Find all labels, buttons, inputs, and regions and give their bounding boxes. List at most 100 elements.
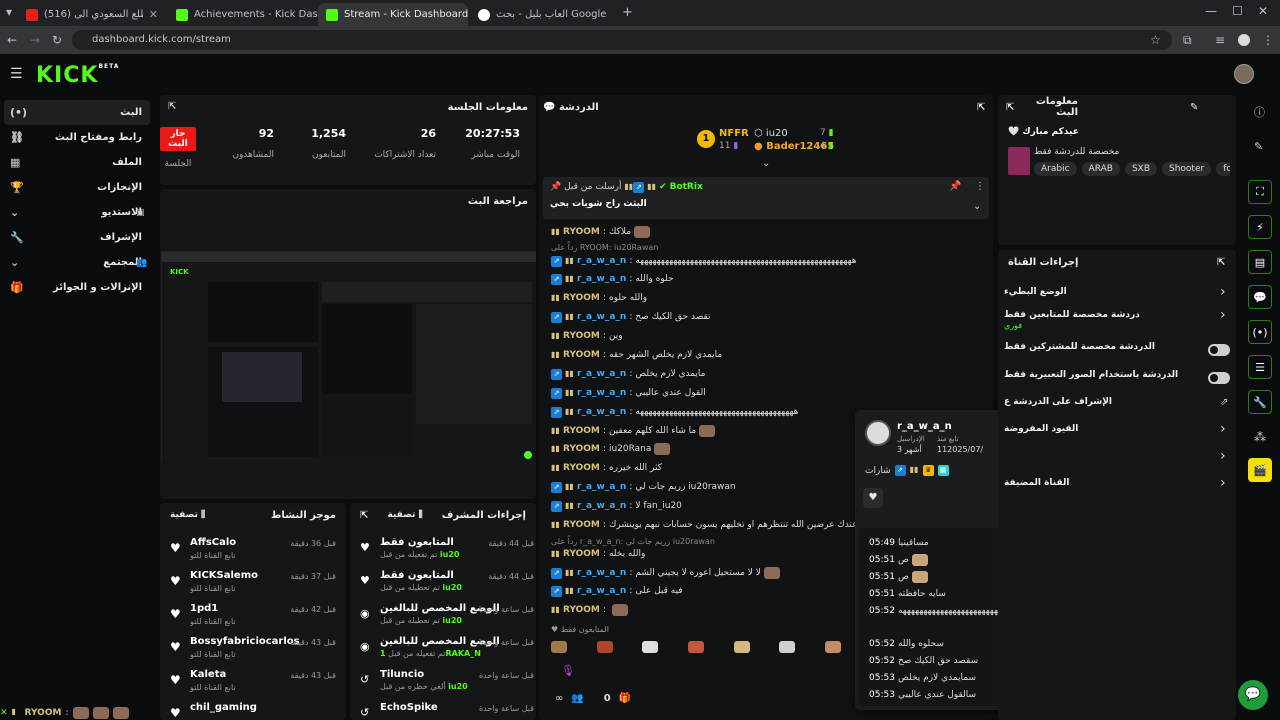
chat-username[interactable]: r_a_w_a_n bbox=[577, 568, 626, 578]
sidebar-item-stream[interactable]: (•) البث bbox=[4, 100, 150, 125]
reload-icon[interactable]: ↻ bbox=[52, 33, 62, 47]
bookmark-star-icon[interactable]: ☆ bbox=[1150, 33, 1161, 47]
activity-item[interactable]: ♥ chil_gaming bbox=[166, 702, 336, 720]
chevron-down-icon[interactable]: ⌄ bbox=[762, 158, 770, 169]
chat-username[interactable]: RYOOM bbox=[563, 331, 600, 341]
channel-action-item[interactable]: دردشة مخصصة للمتابعين فقط فوري › bbox=[1004, 307, 1232, 332]
users-icon[interactable]: 👥 bbox=[571, 693, 583, 704]
emote[interactable] bbox=[824, 641, 841, 653]
emote[interactable] bbox=[763, 567, 780, 579]
chat-username[interactable]: r_a_w_a_n bbox=[577, 407, 626, 417]
rail-live-button[interactable]: (•) bbox=[1248, 320, 1272, 344]
toggle-switch[interactable] bbox=[1208, 372, 1230, 384]
chat-message[interactable]: ▮▮ RYOOM: وين bbox=[551, 328, 623, 344]
hamburger-menu-icon[interactable]: ☰ bbox=[10, 66, 23, 82]
chat-username[interactable]: r_a_w_a_n bbox=[577, 586, 626, 596]
emote[interactable] bbox=[596, 641, 613, 653]
tune-icon[interactable]: ≡ bbox=[1215, 33, 1225, 47]
address-bar[interactable]: dashboard.kick.com/stream bbox=[72, 30, 1172, 50]
rail-flash-button[interactable]: ⚡ bbox=[1248, 215, 1272, 239]
chat-username[interactable]: RYOOM bbox=[563, 227, 600, 237]
mod-action-item[interactable]: ↺ EchoSpike قبل ساعة واحدة bbox=[356, 702, 534, 720]
extensions-icon[interactable]: ⧉ bbox=[1183, 33, 1192, 48]
community-icon[interactable]: ⁂ bbox=[1254, 430, 1266, 444]
sidebar-item-profile[interactable]: ▦ الملف bbox=[4, 150, 150, 175]
chat-message[interactable]: ⇗ ▮▮ r_a_w_a_n: مايمدي لازم يخلص bbox=[551, 366, 706, 382]
chat-username[interactable]: r_a_w_a_n bbox=[577, 369, 626, 379]
stream-tag[interactable]: ARAB bbox=[1081, 162, 1120, 176]
mic-icon[interactable]: 🎙 bbox=[561, 664, 575, 677]
chat-username[interactable]: r_a_w_a_n bbox=[577, 256, 626, 266]
stream-tag[interactable]: Arabic bbox=[1034, 162, 1077, 176]
chat-message[interactable]: ▮▮ RYOOM: فيه عندك عرضين الله تنتظرهم او ت… bbox=[551, 517, 872, 533]
chevron-down-icon[interactable]: ⌄ bbox=[973, 201, 981, 212]
chat-message[interactable]: ▮▮ RYOOM: مايمدي لازم يخلص الشهر حقه bbox=[551, 347, 722, 363]
info-icon[interactable]: ⓘ bbox=[1254, 104, 1265, 120]
stream-preview[interactable]: KICK bbox=[161, 251, 536, 462]
chat-message[interactable]: ⇗ ▮▮ r_a_w_a_n: ههههههههههههههههههههههههههه… bbox=[551, 404, 798, 420]
rail-clip-button[interactable]: 🎬 bbox=[1248, 458, 1272, 482]
activity-item[interactable]: ♥ Kaleta تابع القناة للتو قبل 43 دقيقة bbox=[166, 669, 336, 699]
sidebar-item-stream-key[interactable]: ⛓ رابط ومفتاح البث bbox=[4, 125, 150, 150]
mod-action-user[interactable]: iu20 bbox=[448, 682, 468, 691]
rail-list-button[interactable]: ☰ bbox=[1248, 355, 1272, 379]
chat-message[interactable]: ⇗ ▮▮ r_a_w_a_n: زريم جات لي iu20rawan bbox=[551, 479, 736, 495]
channel-action-item[interactable]: القيود المفروضة › bbox=[1004, 421, 1232, 446]
popout-icon[interactable]: ⇱ bbox=[360, 510, 368, 521]
emote[interactable] bbox=[687, 641, 704, 653]
popout-icon[interactable]: ⇱ bbox=[168, 101, 176, 112]
toggle-switch[interactable] bbox=[1208, 344, 1230, 356]
browser-tab-stream[interactable]: Stream - Kick Dashboard ✕ bbox=[318, 3, 468, 26]
emote[interactable] bbox=[642, 641, 659, 653]
gift-icon[interactable]: 🎁 bbox=[619, 693, 631, 704]
maximize-icon[interactable]: ☐ bbox=[1232, 4, 1243, 18]
chat-message[interactable]: ▮▮ RYOOM: ملاكك bbox=[551, 224, 651, 240]
edit-pencil-icon[interactable]: ✎ bbox=[1190, 102, 1198, 113]
chevron-right-icon[interactable]: › bbox=[1220, 448, 1226, 464]
rail-wrench-button[interactable]: 🔧 bbox=[1248, 390, 1272, 414]
channel-action-item[interactable]: القناة المضيفة › bbox=[1004, 475, 1232, 500]
mod-action-item[interactable]: ♥ المتابعون فقط تم تعطيله من قبل iu20 قبل 4… bbox=[356, 570, 534, 600]
user-name[interactable]: r_a_w_a_n bbox=[897, 421, 952, 432]
chat-username[interactable]: RYOOM bbox=[563, 605, 600, 615]
user-avatar[interactable] bbox=[1234, 64, 1254, 84]
emote[interactable] bbox=[634, 226, 651, 238]
follow-heart-button[interactable]: ♥ bbox=[863, 488, 883, 508]
support-chat-button[interactable]: 💬 bbox=[1238, 680, 1268, 710]
rail-chat-button[interactable]: 💬 bbox=[1248, 285, 1272, 309]
emote[interactable] bbox=[699, 425, 716, 437]
chat-username[interactable]: RYOOM bbox=[563, 293, 600, 303]
activity-item[interactable]: ♥ KICKSalemo تابع القناة للتو قبل 37 دقيقة bbox=[166, 570, 336, 600]
popout-icon[interactable]: ⇱ bbox=[1217, 257, 1225, 268]
channel-action-item[interactable]: الدردشة باستخدام الصور التعبيرية فقط bbox=[1004, 370, 1232, 392]
chat-settings-icon[interactable]: ∞ bbox=[555, 693, 563, 704]
tab-search-icon[interactable]: ▾ bbox=[6, 5, 12, 19]
channel-action-item[interactable]: الإشراف على الدردشة ع ⇗ bbox=[1004, 397, 1232, 419]
external-link-icon[interactable]: ⇗ bbox=[1220, 397, 1228, 408]
menu-kebab-icon[interactable]: ⋮ bbox=[1262, 33, 1274, 47]
forward-icon[interactable]: → bbox=[30, 33, 40, 47]
chat-username[interactable]: RYOOM bbox=[563, 350, 600, 360]
chat-username[interactable]: r_a_w_a_n bbox=[577, 312, 626, 322]
chevron-right-icon[interactable]: › bbox=[1220, 421, 1226, 437]
activity-user[interactable]: 1pd1 bbox=[190, 603, 218, 614]
channel-action-item[interactable]: الدردشة مخصصة للمشتركين فقط bbox=[1004, 342, 1232, 364]
mod-action-item[interactable]: ◉ الوضع المخصص للبالغين تم تفعيله من قبل 1… bbox=[356, 636, 534, 666]
chat-message[interactable]: ▮▮ RYOOM: والله حلوه bbox=[551, 290, 647, 306]
emote[interactable] bbox=[733, 641, 750, 653]
rail-preview-button[interactable]: ⛶ bbox=[1248, 180, 1272, 204]
chat-username[interactable]: r_a_w_a_n bbox=[577, 501, 626, 511]
sidebar-item-drops[interactable]: 🎁 الإنزالات و الجوائز bbox=[4, 275, 150, 300]
popout-icon[interactable]: ⇱ bbox=[977, 102, 985, 113]
mod-action-user[interactable]: iu20 bbox=[440, 550, 460, 559]
edit-pencil-icon[interactable]: ✎ bbox=[1254, 140, 1263, 153]
sidebar-item-community[interactable]: ⌄ 👥 المجتمع bbox=[4, 250, 150, 275]
menu-kebab-icon[interactable]: ⋮ bbox=[975, 181, 985, 192]
channel-action-item[interactable]: الوضع البطيء › bbox=[1004, 284, 1232, 309]
chat-message[interactable]: ▮▮ RYOOM: ما شاء الله كلهم معفين bbox=[551, 423, 716, 439]
activity-user[interactable]: Kaleta bbox=[190, 669, 226, 680]
stream-tag[interactable]: SXB bbox=[1124, 162, 1157, 176]
chat-username[interactable]: RYOOM bbox=[563, 426, 600, 436]
kick-logo[interactable]: KICKBETA bbox=[36, 63, 119, 88]
new-tab-icon[interactable]: + bbox=[622, 5, 633, 20]
